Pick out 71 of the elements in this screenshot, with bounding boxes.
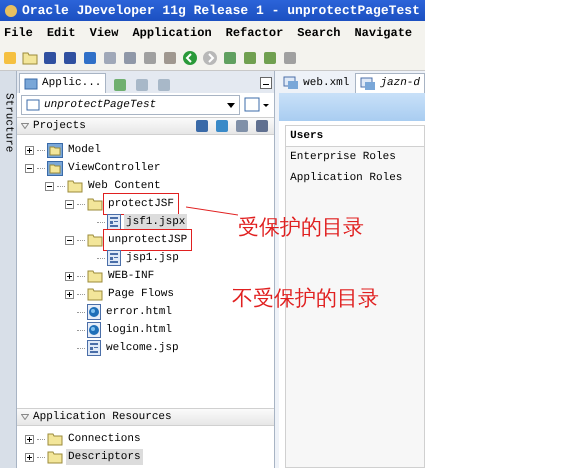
application-icon	[26, 99, 40, 111]
collapse-arrow-icon[interactable]	[21, 414, 29, 420]
xml-file-icon	[283, 76, 300, 90]
tree-item[interactable]: Page Flows	[106, 286, 176, 302]
xml-file-icon	[360, 76, 376, 90]
project-folder-icon	[47, 160, 63, 176]
tree-item[interactable]: WEB-INF	[106, 268, 156, 284]
folder-icon	[87, 197, 103, 211]
tree-item[interactable]: Web Content	[86, 178, 163, 194]
page-icon	[107, 250, 121, 266]
globe-page-icon	[87, 322, 101, 338]
menu-item[interactable]: File	[4, 24, 33, 42]
section-title: Projects	[33, 118, 87, 134]
section-title: Application Resources	[33, 410, 172, 425]
menu-item[interactable]: Edit	[46, 24, 76, 42]
menu-item[interactable]: Application	[132, 24, 212, 42]
folder-icon	[87, 287, 103, 301]
tree-item[interactable]: login.html	[104, 322, 174, 338]
folder-icon	[47, 432, 63, 446]
nav-item[interactable]: Users	[286, 126, 424, 147]
tree-item[interactable]: error.html	[104, 304, 174, 320]
back-icon[interactable]	[182, 50, 198, 66]
dropdown-arrow-icon	[227, 102, 236, 108]
tree-item[interactable]: ViewController	[66, 160, 162, 176]
expand-icon[interactable]	[25, 146, 34, 154]
nav-item[interactable]: Enterprise Roles	[286, 147, 424, 168]
forward-icon[interactable]	[202, 50, 218, 66]
open-folder-icon	[22, 50, 38, 64]
expand-icon[interactable]	[25, 434, 34, 444]
page-icon	[87, 340, 101, 356]
structure-tab[interactable]: Structure	[0, 93, 16, 152]
globe-page-icon	[87, 304, 101, 320]
menu-item[interactable]: Navigate	[354, 24, 412, 42]
tree-item[interactable]: jsp1.jsp	[124, 250, 181, 266]
menu-item[interactable]: Refactor	[226, 24, 284, 42]
tree-item[interactable]: Model	[66, 142, 104, 158]
tree-item[interactable]: unprotectJSP	[106, 232, 190, 248]
folder-icon	[47, 450, 63, 464]
application-dropdown[interactable]: unprotectPageTest	[21, 95, 240, 115]
collapse-arrow-icon[interactable]	[21, 123, 29, 129]
minimize-icon[interactable]	[260, 77, 272, 89]
tree-item[interactable]: Descriptors	[66, 448, 143, 466]
collapse-icon[interactable]	[65, 236, 74, 244]
editor-tab[interactable]: jazn-d	[355, 73, 425, 93]
expand-icon[interactable]	[25, 452, 34, 462]
editor-tab[interactable]: web.xml	[279, 73, 354, 93]
leader-line	[186, 205, 238, 217]
annotation-text: 受保护的目录	[238, 214, 364, 241]
folder-icon	[87, 233, 103, 247]
tree-item[interactable]: welcome.jsp	[104, 340, 181, 356]
panel-tab[interactable]: Applic...	[19, 73, 106, 93]
tree-item[interactable]: jsf1.jspx	[124, 214, 188, 230]
menu-item[interactable]: View	[90, 24, 118, 42]
expand-icon[interactable]	[65, 272, 74, 280]
layout-icon[interactable]	[244, 96, 270, 114]
collapse-icon[interactable]	[45, 182, 54, 190]
windows-icon	[24, 78, 38, 90]
page-icon	[107, 214, 121, 230]
collapse-icon[interactable]	[25, 164, 34, 172]
folder-icon	[87, 269, 103, 283]
nav-item[interactable]: Application Roles	[286, 168, 424, 189]
project-folder-icon	[47, 142, 63, 158]
folder-icon	[67, 179, 83, 193]
collapse-icon[interactable]	[65, 200, 74, 208]
app-icon	[4, 4, 18, 18]
expand-icon[interactable]	[65, 290, 74, 298]
tree-item[interactable]: Connections	[66, 430, 143, 448]
window-title: Oracle JDeveloper 11g Release 1 - unprotectPageTest	[22, 2, 420, 20]
menu-item[interactable]: Search	[297, 24, 340, 42]
annotation-text: 不受保护的目录	[232, 285, 379, 312]
tree-item[interactable]: protectJSF	[106, 196, 176, 212]
